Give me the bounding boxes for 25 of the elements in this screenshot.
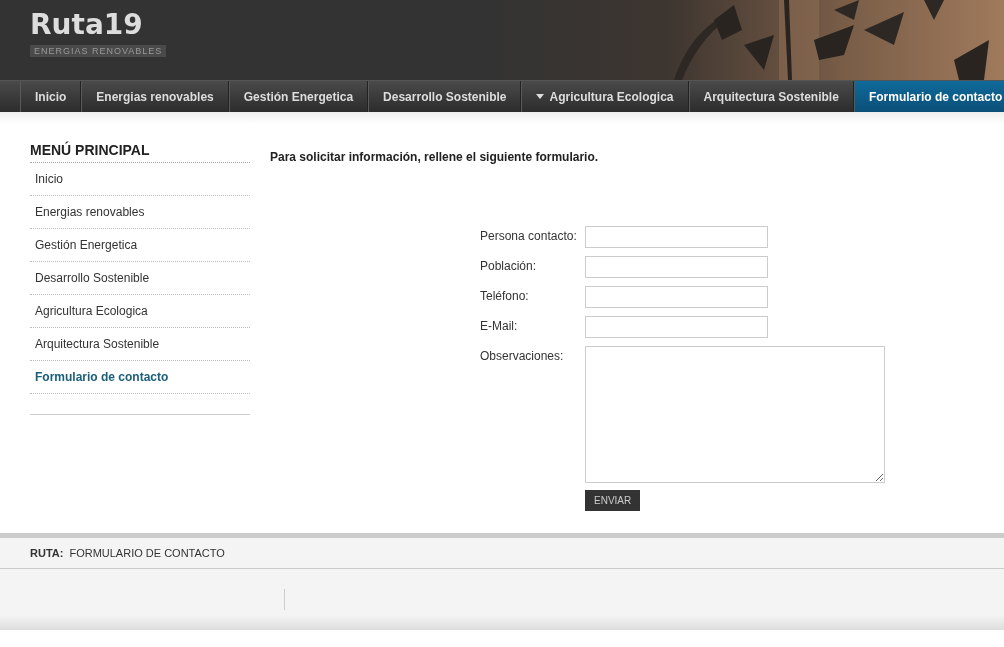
sidebar-item[interactable]: Gestión Energetica [30,229,250,262]
sidebar-item[interactable]: Formulario de contacto [30,361,250,394]
textarea-field[interactable] [585,346,885,483]
site-tagline: ENERGIAS RENOVABLES [30,45,167,57]
field-label: Teléfono: [480,288,530,303]
field-label: Observaciones: [480,348,565,363]
sidebar-title: MENÚ PRINCIPAL [30,142,250,163]
breadcrumb-item[interactable]: FORMULARIO DE CONTACTO [69,547,225,559]
input-field[interactable] [585,316,768,338]
sidebar-item[interactable]: Inicio [30,163,250,196]
input-field[interactable] [585,226,768,248]
sidebar-item[interactable]: Energias renovables [30,196,250,229]
sidebar-item[interactable]: Arquitectura Sostenible [30,328,250,361]
sidebar-item[interactable]: Agricultura Ecologica [30,295,250,328]
field-label: Población: [480,258,538,273]
field-label: E-Mail: [480,318,519,333]
nav-tab[interactable]: Formulario de contacto [853,81,1004,112]
breadcrumb-label: RUTA: [30,547,64,559]
input-field[interactable] [585,256,768,278]
intro-text: Para solicitar información, rellene el siguiente formulario. [270,150,600,164]
submit-button[interactable]: ENVIAR [585,490,641,511]
sidebar-item[interactable]: Desarrollo Sostenible [30,262,250,295]
input-field[interactable] [585,286,768,308]
site-title[interactable]: Ruta19 [30,8,143,42]
field-label: Persona contacto: [480,228,578,243]
